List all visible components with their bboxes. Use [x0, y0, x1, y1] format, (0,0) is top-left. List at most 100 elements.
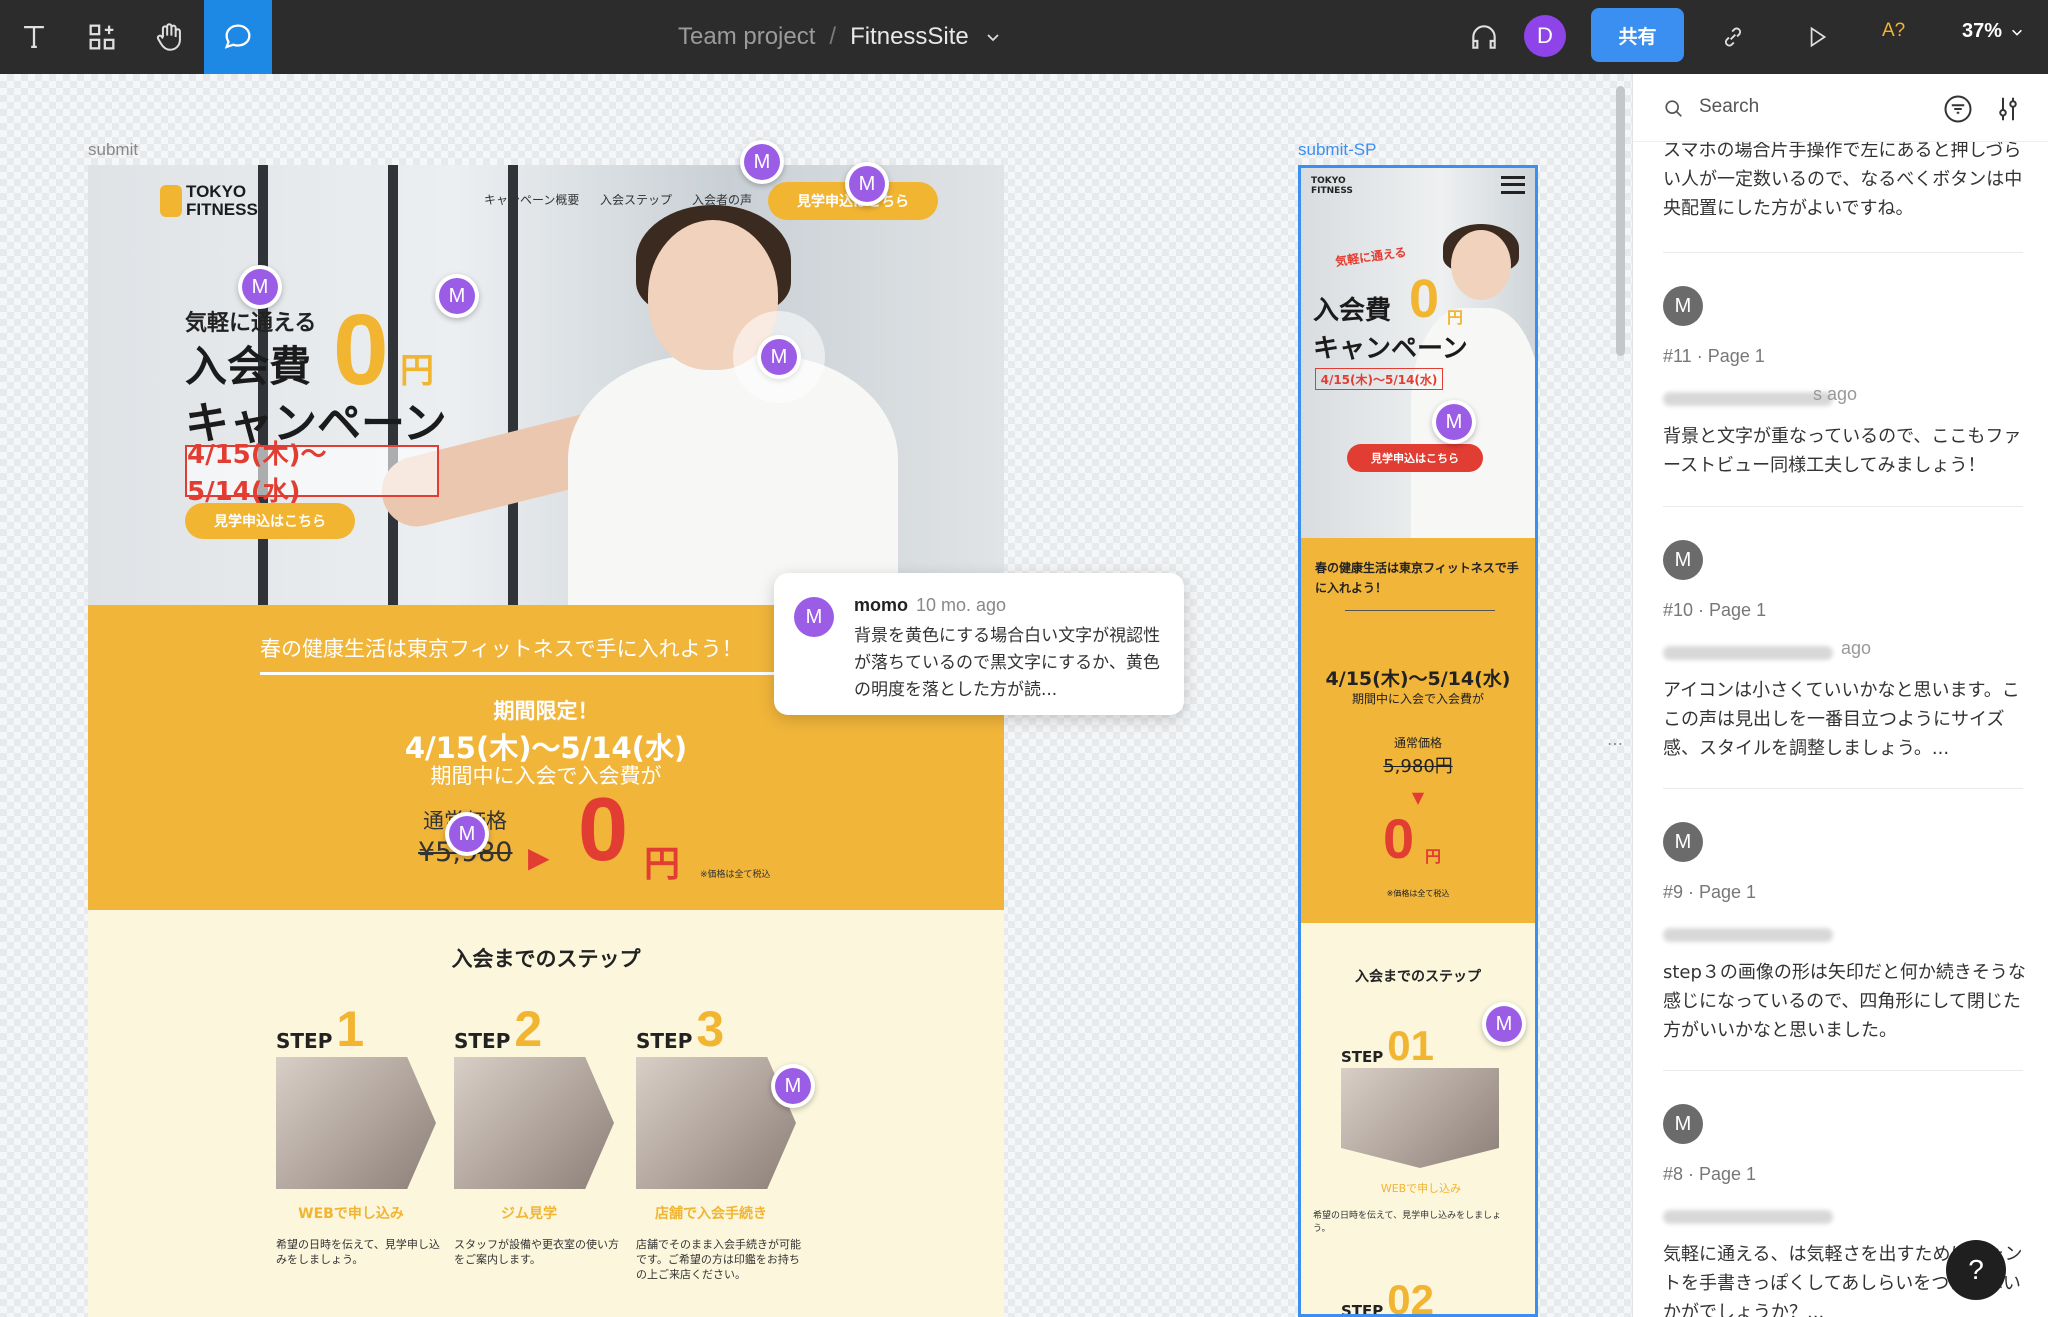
comment-text: 背景と文字が重なっているので、ここもファーストビュー同様工夫してみましょう！	[1663, 426, 2022, 476]
project-name[interactable]: Team project	[678, 23, 815, 51]
step-name: WEBで申し込み	[298, 1206, 404, 1222]
mobile-campaign-band: 春の健康生活は東京フィットネスで手に入れよう！ 4/15(木)〜5/14(水) …	[1301, 538, 1535, 923]
nav-campaign[interactable]: キャンペーン概要	[484, 191, 579, 208]
comment-avatar: M	[1663, 540, 1703, 580]
comment-time: ago	[1841, 638, 1872, 658]
help-button[interactable]: ?	[1946, 1240, 2006, 1300]
logo-text: TOKYO FITNESS	[186, 182, 258, 219]
hamburger-menu-icon[interactable]	[1501, 176, 1525, 194]
band-underline	[260, 672, 860, 675]
share-button[interactable]: 共有	[1591, 8, 1684, 62]
comment-pin-selected[interactable]: M	[757, 335, 801, 379]
copy-link-button[interactable]	[1708, 0, 1758, 74]
comment-pin[interactable]: M	[238, 265, 282, 309]
mobile-band-yen: 円	[1425, 847, 1442, 866]
zoom-menu[interactable]: 37%	[1962, 20, 2024, 43]
nav-voices[interactable]: 入会者の声	[692, 191, 752, 208]
hero-date: 4/15(木)〜5/14(水)	[185, 440, 439, 507]
comment-author-blurred	[1663, 646, 1833, 660]
comment-separator	[1663, 506, 2023, 507]
comment-avatar: M	[1663, 822, 1703, 862]
frame-label-mobile[interactable]: submit-SP	[1298, 140, 1376, 160]
pin-avatar: M	[849, 166, 885, 202]
comment-avatar: M	[1663, 1104, 1703, 1144]
comment-pin[interactable]: M	[445, 812, 489, 856]
comment-author-blurred	[1663, 392, 1833, 406]
step-desc: 店舗でそのまま入会手続きが可能です。ご希望の方は印鑑をお持ちの上ご来店ください。	[636, 1238, 801, 1281]
comment-separator	[1663, 252, 2023, 253]
mobile-frame[interactable]: TOKYO FITNESS 気軽に通える 入会費 0 円 キャンペーン 4/15…	[1298, 165, 1538, 1317]
present-button[interactable]	[1792, 0, 1842, 74]
comment-thread[interactable]: M #9 · Page 1 step３の画像の形は矢印だと何か続きそうな感じにな…	[1663, 788, 2033, 1070]
comment-pin[interactable]: M	[1482, 1002, 1526, 1046]
comment-ref: #9 · Page 1	[1663, 882, 1757, 902]
pin-avatar: M	[761, 339, 797, 375]
chevron-down-icon	[2012, 29, 2022, 36]
step-name: ジム見学	[501, 1206, 557, 1222]
step-card: STEP 3 店舗で入会手続き 店舗でそのまま入会手続きが可能です。ご希望の方は印…	[636, 1004, 806, 1282]
comment-preview-popup[interactable]: M momo 10 mo. ago 背景を黄色にする場合白い文字が視認性が落ちて…	[774, 573, 1184, 715]
search-icon	[1665, 100, 1682, 117]
comment-pin[interactable]: M	[1432, 400, 1476, 444]
site-logo: TOKYO FITNESS	[160, 183, 258, 219]
file-name[interactable]: FitnessSite	[850, 23, 969, 51]
mobile-band-line	[1345, 610, 1495, 611]
popup-time: 10 mo. ago	[916, 595, 1007, 615]
popup-text: 背景を黄色にする場合白い文字が視認性が落ちているので黒文字にするか、黄色の明度を…	[854, 626, 1161, 700]
comment-ref: #11 · Page 1	[1663, 346, 1765, 366]
hero-cta-button[interactable]: 見学申込はこちら	[185, 503, 355, 539]
mobile-band-normal: 通常価格	[1393, 736, 1442, 750]
desktop-frame[interactable]: TOKYO FITNESS キャンペーン概要 入会ステップ 入会者の声 見学申込…	[88, 165, 1004, 1317]
comment-text-truncated: スマホの場合片手操作で左にあると押しづらい人が一定数いるので、なるべくボタンは中…	[1663, 140, 2023, 219]
step-number: 2	[514, 1001, 543, 1057]
more-dots: …	[1607, 730, 1623, 749]
text-tool-button[interactable]	[0, 0, 68, 74]
top-toolbar: Team project / FitnessSite D 共有 A? 37%	[0, 0, 2048, 74]
frame-label-desktop[interactable]: submit	[88, 140, 138, 160]
mobile-band-old-price: 5,980円	[1383, 756, 1453, 777]
band-sub: 期間中に入会で入会費が	[430, 764, 662, 788]
comment-pin[interactable]: M	[845, 162, 889, 206]
band-heading: 春の健康生活は東京フィットネスで手に入れよう！	[260, 637, 743, 661]
project-breadcrumb[interactable]: Team project / FitnessSite	[678, 18, 1001, 56]
popup-author: momo	[854, 595, 908, 615]
pin-avatar: M	[242, 269, 278, 305]
popup-avatar: M	[794, 597, 834, 637]
filter-icon[interactable]	[1943, 94, 1973, 124]
comment-pin[interactable]: M	[771, 1064, 815, 1108]
audio-button[interactable]	[1460, 0, 1508, 74]
resources-tool-button[interactable]	[68, 0, 136, 74]
comment-text: アイコンは小さくていいかなと思います。ここの声は見出しを一番目立つようにサイズ感…	[1663, 680, 2020, 759]
comment-tool-button[interactable]	[204, 0, 272, 74]
step-name: 店舗で入会手続き	[655, 1206, 767, 1222]
headphones-icon	[1472, 25, 1496, 49]
comment-pin[interactable]: M	[740, 140, 784, 184]
play-icon	[1810, 26, 1827, 48]
nav-steps[interactable]: 入会ステップ	[600, 191, 672, 208]
mobile-band-sub: 期間中に入会で入会費が	[1351, 692, 1484, 706]
mobile-cta-button[interactable]: 見学申込はこちら	[1347, 444, 1483, 472]
mobile-hero-date: 4/15(木)〜5/14(水)	[1315, 368, 1443, 390]
step-label: STEP	[636, 1029, 693, 1053]
step-image	[454, 1057, 614, 1189]
chevron-down-icon[interactable]	[985, 29, 1001, 45]
comment-thread[interactable]: M #10 · Page 1 ago アイコンは小さくていいかなと思います。ここ…	[1663, 506, 2033, 788]
mobile-band-heading: 春の健康生活は東京フィットネスで手に入れよう！	[1315, 561, 1519, 595]
step-desc: スタッフが設備や更衣室の使い方をご案内します。	[454, 1238, 619, 1266]
comment-pin[interactable]: M	[435, 274, 479, 318]
comment-thread[interactable]: M #11 · Page 1 s ago 背景と文字が重なっているので、ここもフ…	[1663, 252, 2033, 506]
step-label: STEP	[276, 1029, 333, 1053]
user-avatar[interactable]: D	[1524, 15, 1566, 57]
pin-avatar: M	[439, 278, 475, 314]
step-card: STEP 2 ジム見学 スタッフが設備や更衣室の使い方をご案内します。	[454, 1001, 624, 1267]
options-icon[interactable]	[1993, 94, 2023, 124]
comment-author-blurred	[1663, 1210, 1833, 1224]
mobile-step-number: 01	[1387, 1022, 1434, 1069]
mobile-band-arrow-icon: ▼	[1411, 788, 1425, 807]
search-input[interactable]: Search	[1699, 96, 1759, 118]
comment-time: s ago	[1813, 384, 1858, 404]
canvas-scrollbar[interactable]	[1616, 86, 1625, 356]
hand-tool-button[interactable]	[136, 0, 204, 74]
missing-fonts-button[interactable]: A?	[1882, 20, 1905, 42]
comment-ref: #8 · Page 1	[1663, 1164, 1757, 1184]
